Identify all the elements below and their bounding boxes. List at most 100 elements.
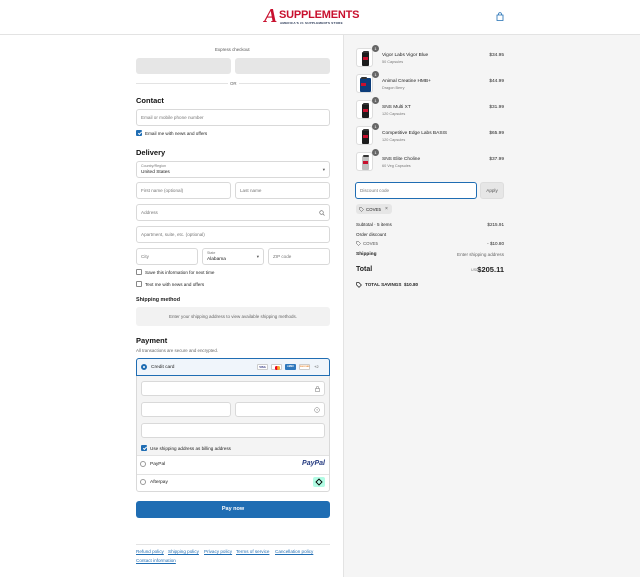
quantity-badge: 1 xyxy=(372,45,379,52)
text-me-label: Text me with news and offers xyxy=(145,282,205,287)
footer-divider xyxy=(136,544,330,545)
shipping-policy-link[interactable]: Shipping policy xyxy=(168,549,199,555)
product-price: $31.99 xyxy=(489,105,504,110)
refund-policy-link[interactable]: Refund policy xyxy=(136,549,164,555)
remove-code-icon[interactable]: × xyxy=(385,206,388,212)
product-image xyxy=(356,152,373,171)
expiration-date-field[interactable] xyxy=(141,402,231,417)
billing-same-label: Use shipping address as billing address xyxy=(150,446,231,451)
apartment-field[interactable]: Apartment, suite, etc. (optional) xyxy=(136,226,330,243)
credit-card-radio[interactable] xyxy=(141,364,147,370)
help-icon[interactable]: ? xyxy=(314,407,320,413)
svg-text:?: ? xyxy=(316,408,318,412)
apartment-placeholder: Apartment, suite, etc. (optional) xyxy=(141,232,205,237)
express-pay-button-1[interactable] xyxy=(136,58,231,74)
save-info-checkbox[interactable] xyxy=(136,269,142,275)
email-field[interactable]: Email or mobile phone number xyxy=(136,109,330,126)
afterpay-option[interactable]: Afterpay xyxy=(137,475,329,491)
contact-information-link[interactable]: Contact information xyxy=(136,558,176,564)
logo-tagline: AMERICA'S #1 SUPPLEMENTS STORE xyxy=(280,21,343,25)
product-name: Competitive Edge Labs BASIS xyxy=(382,131,448,136)
card-form: ? Use shipping address as billing addres… xyxy=(137,376,329,455)
divider-left xyxy=(136,83,228,84)
state-label: State xyxy=(207,251,216,255)
shipping-notice: Enter your shipping address to view avai… xyxy=(168,314,298,319)
news-offers-checkbox[interactable] xyxy=(136,130,142,136)
search-icon xyxy=(319,210,325,216)
product-name: SNS Elite Choline xyxy=(382,157,421,162)
logo-a: A xyxy=(264,5,278,27)
payment-subheading: All transactions are secure and encrypte… xyxy=(136,348,219,353)
header: A SUPPLEMENTS AMERICA'S #1 SUPPLEMENTS S… xyxy=(0,0,640,35)
quantity-badge: 1 xyxy=(372,71,379,78)
visa-icon: VISA xyxy=(257,364,268,370)
product-image xyxy=(356,100,373,119)
security-code-field[interactable]: ? xyxy=(235,402,325,417)
last-name-field[interactable]: Last name xyxy=(235,182,330,199)
terms-of-service-link[interactable]: Terms of service xyxy=(236,549,269,555)
afterpay-label: Afterpay xyxy=(150,480,168,485)
product-name: SNS Multi XT xyxy=(382,105,411,110)
name-on-card-field[interactable] xyxy=(141,423,325,438)
product-name: Vigor Labs Vigor Blue xyxy=(382,53,429,58)
discount-tag: COVE5 × xyxy=(356,204,392,214)
afterpay-logo-icon xyxy=(313,477,325,487)
credit-card-option[interactable]: Credit card VISA AMEX DISCOVER +2 xyxy=(136,358,330,376)
subtotal-value: $215.91 xyxy=(487,222,504,227)
state-value: Alabama xyxy=(207,257,226,262)
city-field[interactable]: City xyxy=(136,248,198,265)
product-price: $37.99 xyxy=(489,157,504,162)
applied-discount-code: COVE5 xyxy=(363,241,378,246)
total-label: Total xyxy=(356,266,373,273)
product-variant: 120 Capsules xyxy=(382,112,406,116)
mastercard-icon xyxy=(271,364,282,370)
text-me-checkbox[interactable] xyxy=(136,281,142,287)
country-select[interactable]: Country/Region United States ▾ xyxy=(136,161,330,178)
shopping-bag-icon[interactable] xyxy=(496,12,504,21)
email-placeholder: Email or mobile phone number xyxy=(141,115,204,120)
subtotal-label: Subtotal · 5 items xyxy=(356,222,392,227)
product-price: $65.99 xyxy=(489,131,504,136)
paypal-option[interactable]: PayPal PayPal xyxy=(137,456,329,474)
quantity-badge: 1 xyxy=(372,149,379,156)
apply-button[interactable]: Apply xyxy=(480,182,504,199)
product-variant: 50 Capsules xyxy=(382,60,404,64)
chevron-down-icon: ▾ xyxy=(256,254,259,259)
tag-icon xyxy=(359,206,364,212)
quantity-badge: 1 xyxy=(372,123,379,130)
total-savings-value: $10.80 xyxy=(404,282,419,287)
tag-icon xyxy=(356,241,361,246)
shipping-label: Shipping xyxy=(356,252,377,257)
shipping-value: Enter shipping address xyxy=(457,252,504,257)
divider-right xyxy=(239,83,330,84)
paypal-logo: PayPal xyxy=(302,460,325,467)
product-image xyxy=(356,126,373,145)
country-label: Country/Region xyxy=(141,164,166,168)
paypal-radio[interactable] xyxy=(140,461,146,467)
save-info-label: Save this information for next time xyxy=(145,270,215,275)
product-price: $44.99 xyxy=(489,79,504,84)
product-variant: 60 Veg Capsules xyxy=(382,164,411,168)
first-name-placeholder: First name (optional) xyxy=(141,188,184,193)
card-number-field[interactable] xyxy=(141,381,325,396)
product-name: Animal Creatine HMB+ xyxy=(382,79,431,84)
credit-card-label: Credit card xyxy=(151,365,175,370)
store-logo[interactable]: A SUPPLEMENTS AMERICA'S #1 SUPPLEMENTS S… xyxy=(264,5,376,27)
billing-same-checkbox[interactable] xyxy=(141,445,147,451)
state-select[interactable]: State Alabama ▾ xyxy=(202,248,264,265)
product-variant: 120 Capsules xyxy=(382,138,406,142)
address-field[interactable]: Address xyxy=(136,204,330,221)
discount-code-input[interactable]: Discount code xyxy=(355,182,477,199)
first-name-field[interactable]: First name (optional) xyxy=(136,182,231,199)
privacy-policy-link[interactable]: Privacy policy xyxy=(204,549,232,555)
paypal-label: PayPal xyxy=(150,462,166,467)
chevron-down-icon: ▾ xyxy=(322,167,325,172)
afterpay-radio[interactable] xyxy=(140,479,146,485)
zip-field[interactable]: ZIP code xyxy=(268,248,330,265)
pay-now-button[interactable]: Pay now xyxy=(136,501,330,518)
address-placeholder: Address xyxy=(141,210,158,215)
express-pay-button-2[interactable] xyxy=(235,58,330,74)
apply-label: Apply xyxy=(486,188,498,193)
cancellation-policy-link[interactable]: Cancellation policy xyxy=(275,549,313,555)
shipping-notice-box: Enter your shipping address to view avai… xyxy=(136,307,330,326)
